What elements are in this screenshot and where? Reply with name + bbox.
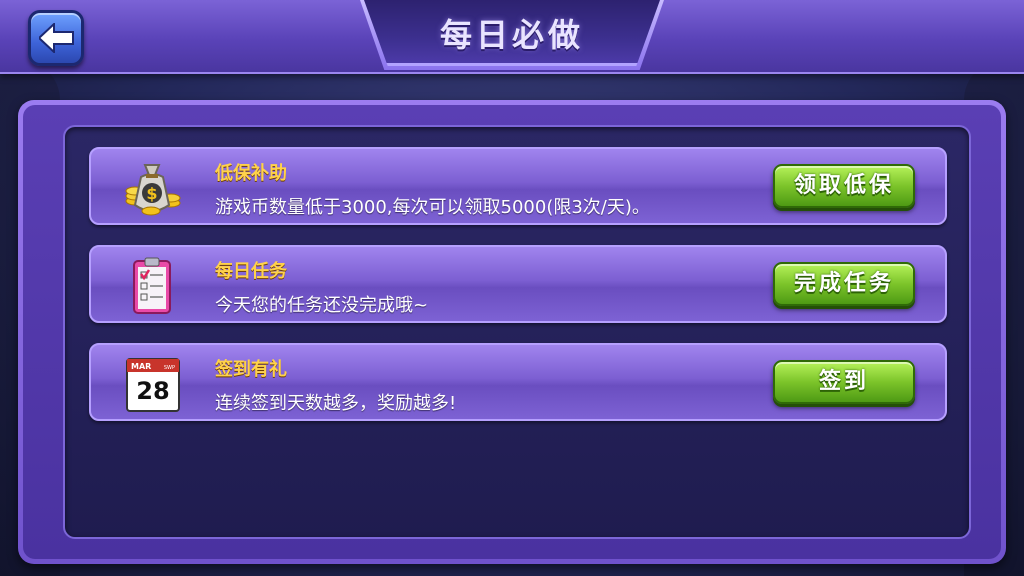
- task-title: 签到有礼: [215, 359, 287, 380]
- task-title: 低保补助: [215, 163, 287, 184]
- back-arrow-icon: [39, 23, 74, 53]
- calendar-month: MAR: [131, 362, 151, 371]
- back-button[interactable]: [28, 10, 84, 66]
- main-panel-frame: $ 低保补助 游戏币数量低于3000,每次可以领取5000(限3次/天)。 领取…: [23, 105, 1001, 559]
- page-title: 每日必做: [439, 16, 584, 54]
- task-description: 今天您的任务还没完成哦~: [215, 295, 429, 316]
- sign-in-button[interactable]: 签到: [773, 360, 915, 404]
- clipboard-checklist-icon: [121, 255, 183, 317]
- task-list: $ 低保补助 游戏币数量低于3000,每次可以领取5000(限3次/天)。 领取…: [63, 125, 971, 539]
- task-title: 每日任务: [215, 261, 287, 282]
- task-row-subsidy: $ 低保补助 游戏币数量低于3000,每次可以领取5000(限3次/天)。 领取…: [89, 147, 947, 225]
- task-description: 连续签到天数越多，奖励越多!: [215, 393, 457, 414]
- svg-text:$: $: [146, 184, 157, 203]
- calendar-icon: MAR SWP 28: [121, 353, 183, 415]
- calendar-weekday: SWP: [164, 365, 175, 371]
- calendar-day: 28: [136, 377, 169, 405]
- main-panel: $ 低保补助 游戏币数量低于3000,每次可以领取5000(限3次/天)。 领取…: [18, 100, 1006, 564]
- money-bag-icon: $: [121, 157, 183, 219]
- task-row-sign-in: MAR SWP 28 签到有礼 连续签到天数越多，奖励越多! 签到: [89, 343, 947, 421]
- top-header-bar: 每日必做: [0, 0, 1024, 74]
- task-description: 游戏币数量低于3000,每次可以领取5000(限3次/天)。: [215, 197, 650, 218]
- claim-subsidy-button[interactable]: 领取低保: [773, 164, 915, 208]
- task-row-daily-task: 每日任务 今天您的任务还没完成哦~ 完成任务: [89, 245, 947, 323]
- complete-task-button[interactable]: 完成任务: [773, 262, 915, 306]
